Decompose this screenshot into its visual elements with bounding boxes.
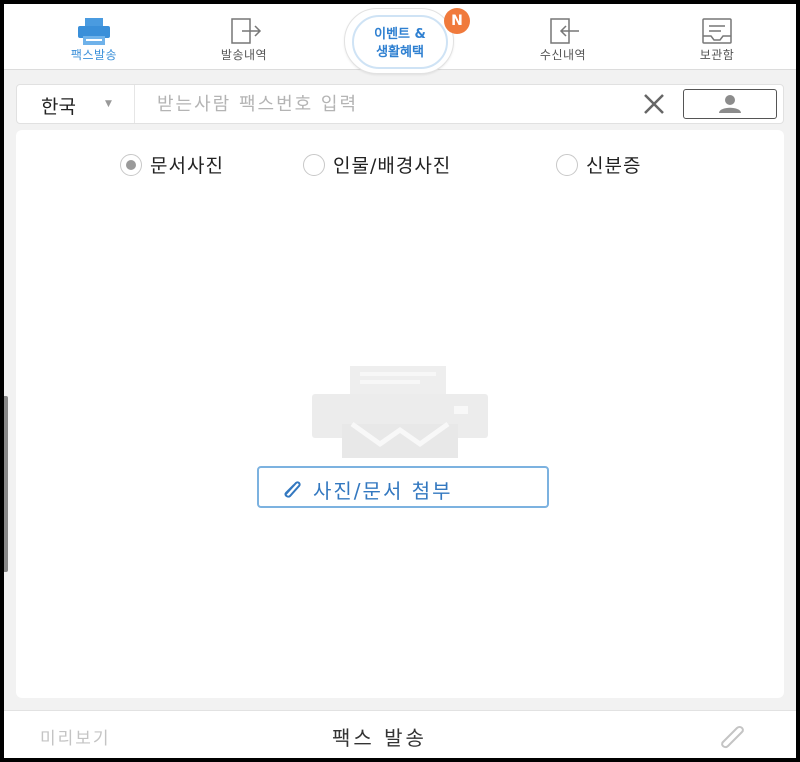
- storage-box-icon: [702, 18, 732, 44]
- attachment-panel: 문서사진 인물/배경사진 신분증 사진/문서 첨부: [16, 130, 784, 698]
- radio-label: 인물/배경사진: [333, 155, 452, 177]
- side-handle[interactable]: [4, 396, 8, 572]
- tab-label: 발송내역: [220, 48, 268, 62]
- country-label: 한국: [41, 96, 76, 118]
- new-badge: N: [444, 8, 470, 34]
- preview-button[interactable]: 미리보기: [40, 724, 111, 749]
- person-icon: [719, 95, 741, 113]
- attach-label: 사진/문서 첨부: [313, 479, 453, 503]
- fax-machine-illustration: [312, 366, 488, 458]
- event-label-line1: 이벤트 &: [374, 27, 426, 42]
- send-fax-button[interactable]: 팩스 발송: [332, 722, 427, 751]
- chevron-down-icon: ▼: [105, 99, 112, 109]
- paperclip-icon[interactable]: [716, 723, 750, 749]
- tab-received-history[interactable]: 수신내역: [498, 4, 628, 70]
- event-label-line2: 생활혜택: [376, 45, 424, 60]
- sent-history-icon: [231, 18, 262, 44]
- top-navigation: 팩스발송 발송내역 수신내역 보관함 이벤트 & 생활혜택 N: [4, 4, 796, 74]
- attach-photo-document-button[interactable]: 사진/문서 첨부: [257, 466, 549, 508]
- recipient-input-row: 한국 ▼: [16, 84, 784, 124]
- radio-circle: [556, 154, 578, 176]
- paperclip-icon: [284, 481, 301, 498]
- received-history-icon: [550, 18, 579, 44]
- bottom-action-bar: 미리보기 팩스 발송: [4, 710, 796, 758]
- app-frame: 팩스발송 발송내역 수신내역 보관함 이벤트 & 생활혜택 N 한국 ▼ 받는사…: [4, 4, 796, 758]
- tab-label: 보관함: [699, 48, 735, 62]
- contacts-button[interactable]: [683, 89, 777, 119]
- tab-fax-send[interactable]: 팩스발송: [29, 4, 159, 70]
- radio-label: 문서사진: [150, 155, 224, 177]
- radio-circle: [120, 154, 142, 176]
- tab-sent-history[interactable]: 발송내역: [179, 4, 309, 70]
- country-select[interactable]: 한국 ▼: [17, 85, 135, 123]
- clear-icon[interactable]: [639, 90, 669, 118]
- fax-printer-icon: [78, 18, 110, 45]
- event-label: 이벤트 & 생활혜택: [352, 15, 448, 69]
- tab-label: 수신내역: [539, 48, 587, 62]
- fax-number-input[interactable]: [157, 87, 637, 121]
- tab-label: 팩스발송: [70, 48, 118, 62]
- radio-selected-dot: [126, 160, 136, 170]
- photo-type-radio-group: 문서사진 인물/배경사진 신분증: [16, 150, 784, 180]
- radio-circle: [303, 154, 325, 176]
- radio-label: 신분증: [586, 155, 642, 177]
- event-benefits-button[interactable]: 이벤트 & 생활혜택: [344, 8, 454, 74]
- tab-storage[interactable]: 보관함: [652, 4, 782, 70]
